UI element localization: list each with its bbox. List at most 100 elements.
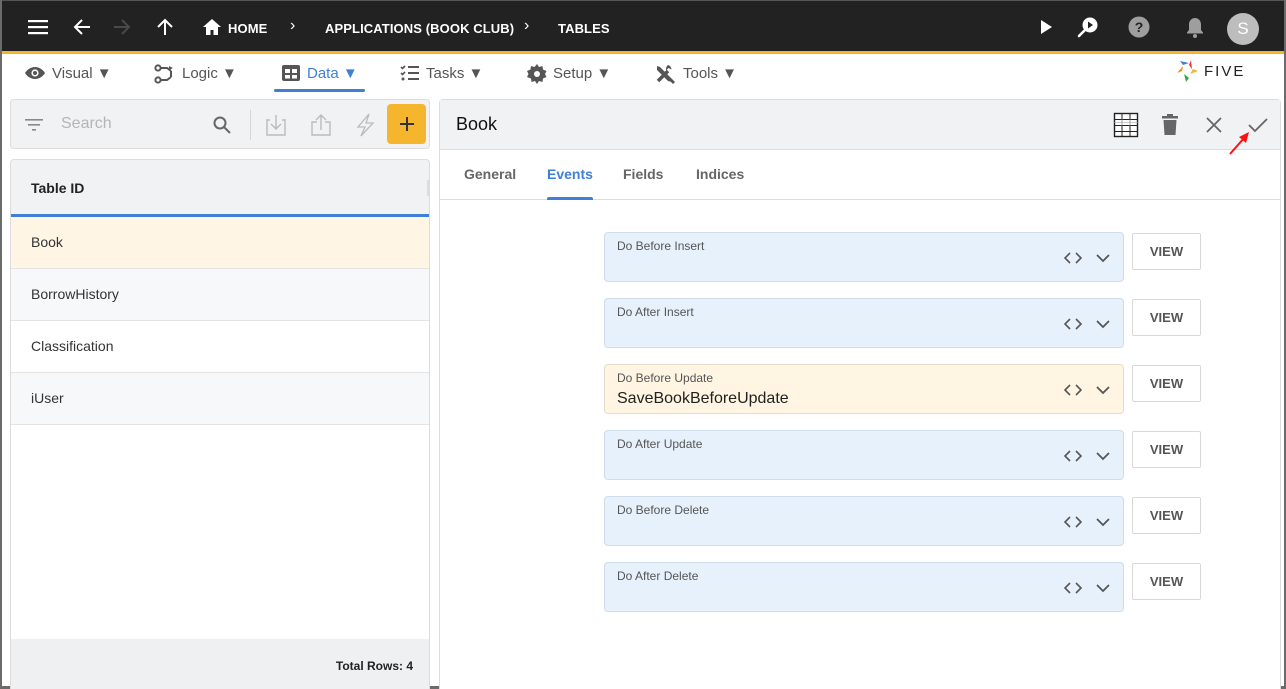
close-icon[interactable] [1201, 112, 1227, 138]
column-resize-handle[interactable] [427, 180, 429, 196]
chevron-down-icon[interactable] [1095, 316, 1111, 332]
menu-visual[interactable]: Visual ▼ [24, 64, 112, 92]
event-field-before-update[interactable]: Do Before Update SaveBookBeforeUpdate [604, 364, 1124, 414]
menu-setup[interactable]: Setup ▼ [527, 64, 611, 92]
list-item-label: Book [31, 234, 63, 250]
view-button[interactable]: VIEW [1132, 233, 1201, 270]
total-rows: Total Rows: 4 [335, 659, 413, 673]
forward-arrow-icon[interactable] [110, 15, 134, 39]
grid-view-icon[interactable] [1113, 112, 1139, 138]
home-icon[interactable] [200, 15, 224, 39]
detail-header: Book [440, 100, 1280, 155]
export-icon[interactable] [308, 112, 334, 138]
add-button[interactable] [387, 104, 426, 144]
main-menu-bar: Visual ▼ Logic ▼ Data ▼ Tasks ▼ Setup ▼ … [2, 54, 1284, 94]
breadcrumb-applications[interactable]: APPLICATIONS (BOOK CLUB) [325, 21, 514, 36]
play-icon[interactable] [1034, 15, 1058, 39]
svg-text:?: ? [1135, 19, 1144, 35]
view-button[interactable]: VIEW [1132, 431, 1201, 468]
tab-fields[interactable]: Fields [623, 166, 663, 200]
column-header-label: Table ID [31, 180, 85, 196]
event-row-before-delete: Do Before Delete VIEW [604, 496, 1202, 546]
up-arrow-icon[interactable] [153, 15, 177, 39]
menu-setup-label: Setup ▼ [553, 65, 612, 82]
event-row-after-delete: Do After Delete VIEW [604, 562, 1202, 612]
back-arrow-icon[interactable] [70, 15, 94, 39]
view-button[interactable]: VIEW [1132, 365, 1201, 402]
tab-indices[interactable]: Indices [696, 166, 744, 200]
search-play-icon[interactable] [1076, 15, 1100, 39]
top-app-bar: HOME › APPLICATIONS (BOOK CLUB) › TABLES… [2, 0, 1284, 54]
code-icon[interactable] [1063, 250, 1083, 266]
user-avatar[interactable]: S [1227, 13, 1259, 45]
list-item-label: iUser [31, 390, 64, 406]
code-icon[interactable] [1063, 514, 1083, 530]
chevron-right-icon: › [290, 17, 296, 34]
help-icon[interactable]: ? [1127, 15, 1151, 39]
filter-icon[interactable] [21, 112, 47, 138]
chevron-right-icon: › [524, 17, 530, 34]
list-item[interactable]: BorrowHistory [11, 269, 429, 321]
breadcrumb-home[interactable]: HOME [228, 21, 267, 36]
five-logo: FIVE [1176, 59, 1245, 83]
bell-icon[interactable] [1183, 15, 1207, 39]
import-icon[interactable] [263, 112, 289, 138]
search-input[interactable] [61, 112, 201, 136]
list-item[interactable]: Classification [11, 321, 429, 373]
breadcrumb-tables[interactable]: TABLES [558, 21, 610, 36]
chevron-down-icon[interactable] [1095, 580, 1111, 596]
tab-events[interactable]: Events [547, 166, 593, 200]
chevron-down-icon[interactable] [1095, 514, 1111, 530]
chevron-down-icon[interactable] [1095, 448, 1111, 464]
event-field-after-insert[interactable]: Do After Insert [604, 298, 1124, 348]
view-button[interactable]: VIEW [1132, 563, 1201, 600]
menu-visual-label: Visual ▼ [52, 65, 112, 82]
eye-icon [24, 64, 46, 86]
detail-panel: Book General Events Fields Indices Do Be… [439, 99, 1281, 689]
menu-data[interactable]: Data ▼ [274, 64, 365, 92]
event-row-before-insert: Do Before Insert VIEW [604, 232, 1202, 282]
event-field-before-delete[interactable]: Do Before Delete [604, 496, 1124, 546]
toolbar-divider [250, 110, 251, 140]
search-icon[interactable] [209, 112, 235, 138]
event-label: Do Before Update [617, 371, 714, 385]
plus-icon [399, 117, 414, 131]
chevron-down-icon[interactable] [1095, 250, 1111, 266]
gear-icon [527, 64, 547, 88]
event-label: Do After Delete [617, 569, 699, 583]
logo-text: FIVE [1204, 62, 1246, 80]
lightning-icon[interactable] [352, 112, 378, 138]
code-icon[interactable] [1063, 382, 1083, 398]
column-header[interactable]: Table ID [11, 160, 429, 217]
event-label: Do Before Delete [617, 503, 710, 517]
list-item-label: Classification [31, 338, 114, 354]
code-icon[interactable] [1063, 448, 1083, 464]
tab-general[interactable]: General [464, 166, 516, 200]
event-field-after-delete[interactable]: Do After Delete [604, 562, 1124, 612]
event-label: Do After Insert [617, 305, 694, 319]
code-icon[interactable] [1063, 580, 1083, 596]
chevron-down-icon[interactable] [1095, 382, 1111, 398]
menu-logic[interactable]: Logic ▼ [154, 64, 237, 92]
list-item[interactable]: iUser [11, 373, 429, 425]
code-icon[interactable] [1063, 316, 1083, 332]
view-button[interactable]: VIEW [1132, 299, 1201, 336]
detail-title: Book [456, 114, 498, 134]
list-footer: Total Rows: 4 [11, 639, 429, 689]
event-label: Do Before Insert [617, 239, 705, 253]
event-row-after-update: Do After Update VIEW [604, 430, 1202, 480]
menu-tools[interactable]: Tools ▼ [655, 64, 737, 92]
view-button[interactable]: VIEW [1132, 497, 1201, 534]
list-item[interactable]: Book [11, 217, 429, 269]
table-list: Table ID Book BorrowHistory Classificati… [10, 159, 430, 689]
logic-icon [154, 64, 176, 88]
event-row-after-insert: Do After Insert VIEW [604, 298, 1202, 348]
table-grid-icon [281, 64, 301, 86]
menu-tools-label: Tools ▼ [683, 65, 738, 82]
menu-icon[interactable] [26, 15, 50, 39]
checklist-icon [400, 64, 420, 86]
event-field-before-insert[interactable]: Do Before Insert [604, 232, 1124, 282]
delete-icon[interactable] [1157, 112, 1183, 138]
event-field-after-update[interactable]: Do After Update [604, 430, 1124, 480]
menu-tasks[interactable]: Tasks ▼ [400, 64, 483, 92]
